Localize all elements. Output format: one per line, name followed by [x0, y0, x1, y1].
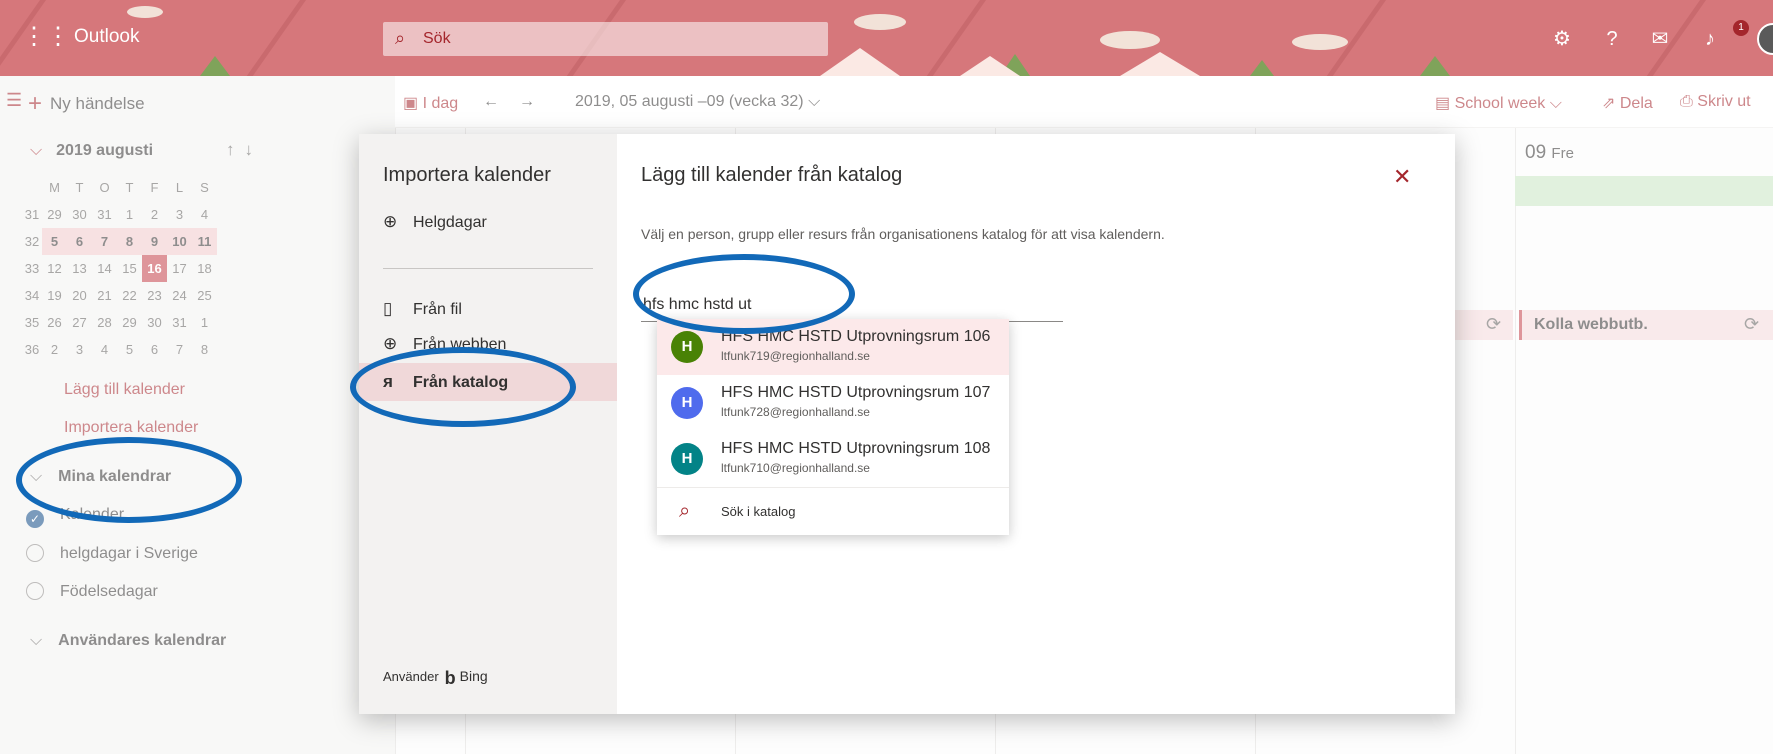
feedback-icon[interactable]: ✉: [1645, 24, 1675, 54]
nav-item-from-directory[interactable]: ᴙ Från katalog: [383, 372, 508, 392]
bing-label: Bing: [459, 668, 488, 684]
search-directory-label: Sök i katalog: [721, 504, 796, 519]
nav-item-label: Från katalog: [413, 374, 509, 391]
dialog-description: Välj en person, grupp eller resurs från …: [641, 226, 1165, 242]
globe-icon: ⊕: [383, 212, 398, 231]
close-icon[interactable]: ✕: [1393, 164, 1411, 190]
notifications-icon[interactable]: ♪: [1695, 24, 1725, 54]
avatar: H: [671, 387, 703, 419]
nav-item-from-web[interactable]: ⊕ Från webben: [383, 334, 506, 354]
search-icon: ⌕: [395, 28, 406, 48]
notification-badge: 1: [1733, 20, 1749, 36]
suggestion-name: HFS HMC HSTD Utprovningsrum 108: [721, 440, 991, 457]
settings-icon[interactable]: ⚙: [1547, 24, 1577, 54]
suggestion-item[interactable]: H HFS HMC HSTD Utprovningsrum 106 ltfunk…: [657, 319, 1009, 375]
help-icon[interactable]: ?: [1597, 24, 1627, 54]
app-name[interactable]: Outlook: [74, 26, 139, 48]
nav-item-label: Från webben: [413, 336, 507, 353]
avatar: H: [671, 331, 703, 363]
globe-icon: ⊕: [383, 334, 398, 353]
suggestion-email: ltfunk728@regionhalland.se: [721, 405, 870, 419]
nav-item-label: Helgdagar: [413, 214, 487, 231]
file-import-icon: ▯: [383, 299, 393, 318]
powered-by-bing: Använder b Bing: [383, 668, 488, 689]
dialog-nav-title: Importera kalender: [383, 164, 551, 186]
dialog-nav: Importera kalender ⊕ Helgdagar ▯ Från fil …: [359, 134, 617, 714]
search-placeholder: Sök: [423, 30, 451, 47]
bing-logo-icon: b: [444, 668, 456, 688]
suggestion-email: ltfunk710@regionhalland.se: [721, 461, 870, 475]
import-calendar-dialog: Importera kalender ⊕ Helgdagar ▯ Från fil …: [359, 134, 1455, 714]
search-box[interactable]: ⌕ Sök: [383, 22, 828, 56]
powered-by-prefix: Använder: [383, 669, 439, 684]
avatar: H: [671, 443, 703, 475]
suggestion-name: HFS HMC HSTD Utprovningsrum 107: [721, 384, 991, 401]
header-background-illustration: [0, 0, 1773, 76]
nav-item-from-file[interactable]: ▯ Från fil: [383, 299, 462, 319]
nav-divider: [383, 268, 593, 269]
app-launcher-icon[interactable]: ⋮⋮: [22, 24, 70, 50]
directory-icon: ᴙ: [383, 372, 393, 391]
nav-item-label: Från fil: [413, 301, 462, 318]
nav-item-holidays[interactable]: ⊕ Helgdagar: [383, 212, 487, 232]
suggestion-item[interactable]: H HFS HMC HSTD Utprovningsrum 107 ltfunk…: [657, 375, 1009, 431]
directory-search-input[interactable]: [641, 288, 1063, 322]
suggestion-dropdown: H HFS HMC HSTD Utprovningsrum 106 ltfunk…: [657, 319, 1009, 535]
search-directory-button[interactable]: ⌕ Sök i katalog: [657, 488, 1009, 535]
suggestion-item[interactable]: H HFS HMC HSTD Utprovningsrum 108 ltfunk…: [657, 431, 1009, 487]
top-header: ⋮⋮ Outlook ⌕ Sök ⚙ ? ✉ ♪ 1: [0, 0, 1773, 76]
suggestion-name: HFS HMC HSTD Utprovningsrum 106: [721, 328, 991, 345]
search-icon: ⌕: [679, 500, 691, 522]
suggestion-email: ltfunk719@regionhalland.se: [721, 349, 870, 363]
dialog-title: Lägg till kalender från katalog: [641, 164, 903, 186]
